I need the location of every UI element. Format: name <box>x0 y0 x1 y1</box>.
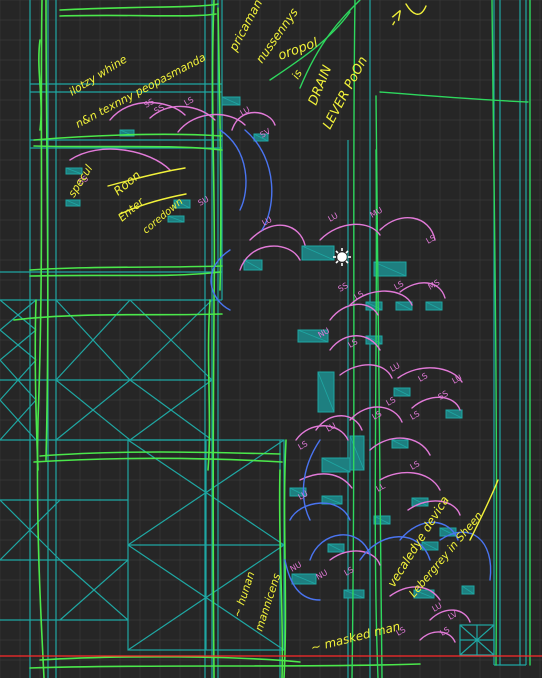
arc-label: LL <box>375 481 388 494</box>
arc-label: NU <box>317 326 332 340</box>
arc-label: LS <box>439 625 452 638</box>
diagram-canvas: SS SS LS LU LU LU MU LS SS LS LS MS NU LS LU LS SS LS LU LS… <box>0 0 542 678</box>
note-3: pricaman <box>226 0 265 54</box>
arc-label: LU <box>327 211 340 224</box>
note-10: Roon <box>111 168 143 198</box>
note-15: vecaledye devica <box>385 494 452 590</box>
arc-label: LS <box>297 439 310 452</box>
arc-label: SU <box>197 194 211 207</box>
scene-svg: SSSS LSLULU LU MULSSSLSLS MSNULSLULSSSLSLULS… <box>0 0 542 678</box>
note-18: -> <box>383 4 409 30</box>
note-17: ~ masked man <box>309 619 401 655</box>
arc-label: LS <box>417 371 430 384</box>
note-2: n&n texnny peopasmanda <box>73 51 208 131</box>
arc-label: LS <box>183 95 196 108</box>
note-13: ~ hunan <box>230 570 257 619</box>
arc-label: LU <box>325 421 338 434</box>
arc-label: LU <box>239 105 252 118</box>
arc-label: LS <box>385 395 398 408</box>
arc-label: LS <box>409 459 422 472</box>
green-markup <box>13 0 421 678</box>
arc-label: LS <box>425 233 438 246</box>
note-14: mannicens <box>252 572 283 633</box>
arc-label: NU <box>289 560 304 574</box>
structure-frame <box>0 0 527 678</box>
arc-label: LU <box>451 373 464 386</box>
note-6: is <box>289 67 305 81</box>
note-7: DRAIN <box>306 63 336 107</box>
arc-label: MU <box>369 205 385 219</box>
